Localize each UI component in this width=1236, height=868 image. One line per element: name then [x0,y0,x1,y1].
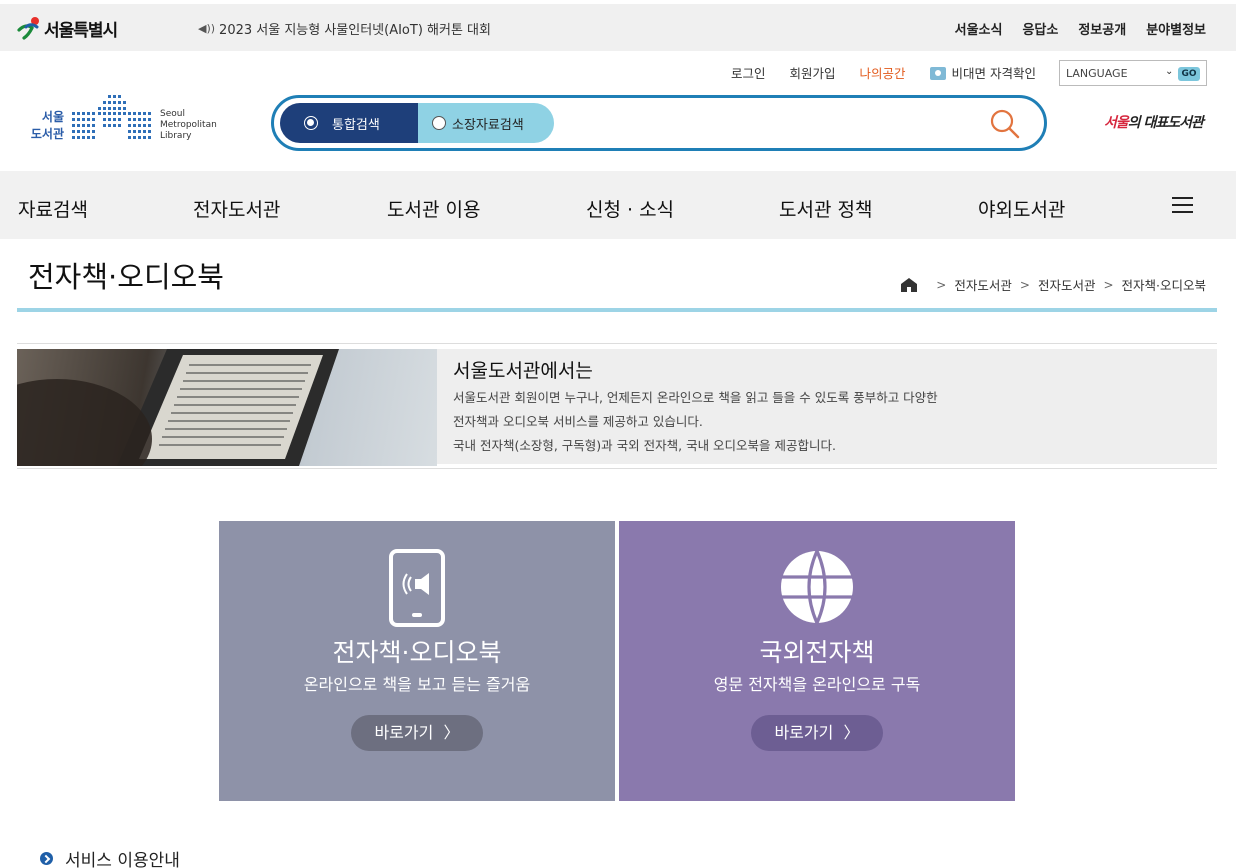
breadcrumb-item[interactable]: 전자도서관 [954,275,1012,294]
gov-links: 서울소식 응답소 정보공개 분야별정보 [955,19,1206,38]
login-link[interactable]: 로그인 [731,63,766,82]
nav-item-library-policy[interactable]: 도서관 정책 [779,195,872,222]
breadcrumb: > 전자도서관 > 전자도서관 > 전자책·오디오북 [900,275,1206,294]
card-title: 전자책·오디오북 [332,638,502,667]
seoul-mark-part-a: 서울 [1104,115,1129,131]
intro-line: 전자책과 오디오북 서비스를 제공하고 있습니다. [453,414,703,429]
card-go-button[interactable]: 바로가기 〉 [351,715,483,751]
library-logo-ko-line1: 서울 [41,110,64,124]
card-subtitle: 온라인으로 책을 보고 듣는 즐거움 [303,675,531,694]
library-logo-ko-line2: 도서관 [30,127,64,141]
notice-ticker[interactable]: ◀)) 2023 서울 지능형 사물인터넷(AIoT) 해커톤 대회 [198,19,491,38]
search-tab-integrated-label: 통합검색 [332,117,380,133]
seoul-mark-part-b: 의 대표도서관 [1127,115,1204,131]
gov-link-field-info[interactable]: 분야별정보 [1146,19,1206,38]
breadcrumb-item[interactable]: 전자도서관 [1038,275,1096,294]
service-guide-label: 서비스 이용안내 [65,851,180,868]
join-link[interactable]: 회원가입 [789,63,835,82]
breadcrumb-item-current[interactable]: 전자책·오디오북 [1122,275,1206,294]
verify-label: 비대면 자격확인 [951,66,1036,81]
chevron-right-icon: 〉 [443,723,460,742]
tablet-audio-icon [389,549,445,627]
gov-link-info-open[interactable]: 정보공개 [1078,19,1126,38]
intro-title: 서울도서관에서는 [453,360,593,382]
chevron-right-icon: > [1103,277,1114,292]
search-box[interactable]: 통합검색 소장자료검색 [271,95,1047,151]
language-go-button[interactable]: GO [1178,67,1200,81]
bullet-arrow-icon [40,852,53,865]
title-divider [17,308,1217,312]
gov-link-news[interactable]: 서울소식 [955,19,1003,38]
radio-unselected-icon [432,116,446,130]
nav-item-digital-library[interactable]: 전자도서관 [193,195,280,222]
library-logo-ko: 서울 도서관 [26,109,64,143]
language-label: LANGUAGE [1066,66,1128,80]
speaker-icon: ◀)) [198,22,216,35]
nav-item-library-use[interactable]: 도서관 이용 [387,195,480,222]
language-select[interactable]: LANGUAGE ⌄ GO [1059,60,1207,86]
search-tab-integrated[interactable]: 통합검색 [280,103,418,143]
card-go-button[interactable]: 바로가기 〉 [751,715,883,751]
main-navigation: 자료검색 전자도서관 도서관 이용 신청 · 소식 도서관 정책 야외도서관 [0,171,1236,239]
ereader-illustration [17,349,339,466]
intro-line: 국내 전자책(소장형, 구독형)과 국외 전자책, 국내 오디오북을 제공합니다… [453,438,836,453]
my-space-link[interactable]: 나의공간 [860,63,906,82]
service-guide-heading: 서비스 이용안내 [40,846,180,868]
id-card-icon [929,67,946,80]
intro-section: 서울도서관에서는 서울도서관 회원이면 누구나, 언제든지 온라인으로 책을 읽… [17,343,1217,469]
gov-top-bar: 서울특별시 ◀)) 2023 서울 지능형 사물인터넷(AIoT) 해커톤 대회… [0,4,1236,51]
library-logo-en: Seoul Metropolitan Library [160,109,217,142]
chevron-right-icon: 〉 [843,723,860,742]
library-logo-en-line3: Library [160,131,192,141]
gov-link-eungdapso[interactable]: 응답소 [1022,19,1058,38]
ereader-photo [17,349,437,466]
globe-icon [781,550,853,624]
seoul-city-logo-text: 서울특별시 [44,20,118,41]
seoul-city-logo[interactable]: 서울특별시 [16,14,118,42]
seoul-representative-library-mark: 서울의 대표도서관 [1104,112,1204,132]
intro-description: 서울도서관 회원이면 누구나, 언제든지 온라인으로 책을 읽고 들을 수 있도… [453,386,938,458]
search-tab-holdings-label: 소장자료검색 [452,117,524,133]
intro-line: 서울도서관 회원이면 누구나, 언제든지 온라인으로 책을 읽고 들을 수 있도… [453,390,938,405]
card-go-label: 바로가기 [774,723,834,742]
card-foreign-ebook[interactable]: 국외전자책 영문 전자책을 온라인으로 구독 바로가기 〉 [619,521,1015,801]
search-icon[interactable] [988,108,1022,140]
radio-selected-icon [304,116,318,130]
nav-item-outdoor-library[interactable]: 야외도서관 [978,195,1065,222]
card-go-label: 바로가기 [374,723,434,742]
card-ebook-audiobook[interactable]: 전자책·오디오북 온라인으로 책을 보고 듣는 즐거움 바로가기 〉 [219,521,615,801]
nav-item-search[interactable]: 자료검색 [18,195,88,222]
nav-item-apply-news[interactable]: 신청 · 소식 [586,195,674,222]
hamburger-menu-icon[interactable] [1172,197,1193,214]
verify-link[interactable]: 비대면 자격확인 [929,63,1036,82]
home-icon[interactable] [900,277,918,292]
page-title: 전자책·오디오북 [28,260,224,294]
chevron-right-icon: > [936,277,947,292]
chevron-right-icon: > [1019,277,1030,292]
search-tab-holdings[interactable]: 소장자료검색 [418,103,554,143]
utility-menu: 로그인 회원가입 나의공간 비대면 자격확인 [731,63,1036,82]
chevron-down-icon: ⌄ [1165,66,1174,77]
library-logo-en-line1: Seoul [160,109,185,119]
library-logo-en-line2: Metropolitan [160,120,217,130]
library-dots-icon [72,95,151,139]
seoul-city-symbol-icon [17,17,39,40]
card-subtitle: 영문 전자책을 온라인으로 구독 [713,675,921,694]
notice-text[interactable]: 2023 서울 지능형 사물인터넷(AIoT) 해커톤 대회 [219,19,491,38]
card-title: 국외전자책 [759,638,875,667]
